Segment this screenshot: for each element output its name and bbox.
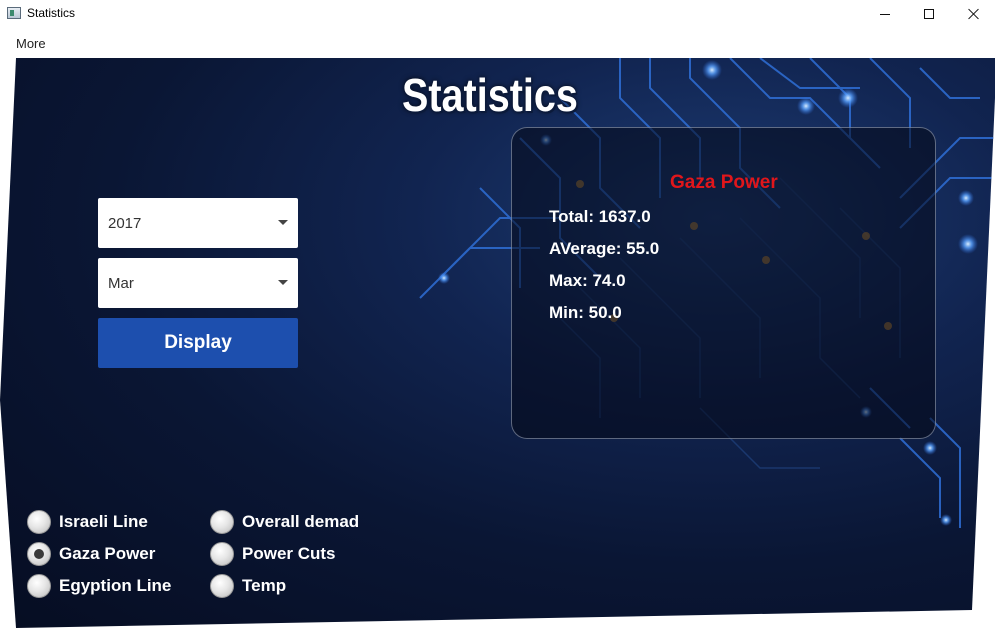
close-button[interactable] [951,0,995,28]
stat-max: Max: 74.0 [549,271,626,290]
radio-egyption-line[interactable]: Egyption Line [27,574,171,598]
app-icon [7,7,21,19]
month-select-value: Mar [108,275,134,292]
page-title: Statistics [402,69,578,121]
maximize-button[interactable] [906,0,952,28]
display-button[interactable]: Display [98,318,298,368]
radio-label: Power Cuts [242,544,336,563]
year-select[interactable]: 2017 [98,198,298,248]
radio-label: Egyption Line [59,576,172,595]
stat-total: Total: 1637.0 [549,207,651,226]
radio-gaza-power[interactable]: Gaza Power [27,542,155,566]
window-title: Statistics [27,6,76,20]
minimize-icon [880,13,890,15]
month-select[interactable]: Mar [98,258,298,308]
stat-average: AVerage: 55.0 [549,239,660,258]
year-select-value: 2017 [108,215,142,232]
radio-button-icon[interactable] [210,510,234,534]
maximize-icon [924,9,934,19]
main-panel: Statistics 2017 Mar Display Gaza Power T… [0,58,995,628]
chevron-down-icon [278,220,288,225]
radio-button-icon[interactable] [210,542,234,566]
radio-overall-demad[interactable]: Overall demad [210,510,359,534]
minimize-button[interactable] [862,0,908,28]
radio-label: Gaza Power [59,544,156,563]
stat-min: Min: 50.0 [549,303,622,322]
radio-label: Israeli Line [59,512,148,531]
menu-bar: More [0,28,995,56]
radio-temp[interactable]: Temp [210,574,286,598]
close-icon [968,8,980,20]
radio-button-icon[interactable] [210,574,234,598]
title-bar: Statistics [0,0,995,28]
radio-label: Temp [242,576,287,595]
radio-button-icon[interactable] [27,510,51,534]
radio-israeli-line[interactable]: Israeli Line [27,510,148,534]
menu-item-more[interactable]: More [16,36,46,51]
radio-power-cuts[interactable]: Power Cuts [210,542,336,566]
chevron-down-icon [278,280,288,285]
radio-button-icon[interactable] [27,574,51,598]
statistics-panel: Gaza Power Total: 1637.0 AVerage: 55.0 M… [511,127,936,439]
radio-button-selected-icon[interactable] [27,542,51,566]
stats-heading: Gaza Power [670,172,778,193]
radio-label: Overall demad [242,512,360,531]
